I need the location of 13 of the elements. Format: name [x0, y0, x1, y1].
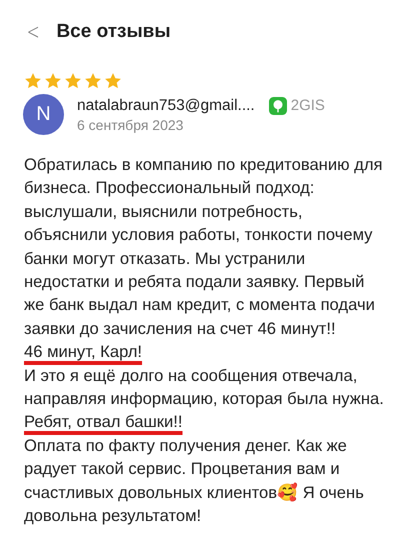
- star-icon: [24, 72, 42, 90]
- avatar: N: [23, 94, 64, 135]
- map-pin-icon: [268, 96, 287, 114]
- page-title: Все отзывы: [56, 21, 171, 43]
- review-text: Обратилась в компанию по кредитованию для бизнеса. Профессиональный подход: выслушали, выяснили потребность, объяснили условия работы, тонкости почему банки могут отказать. Мы устранили недостатки и ребята подали заявку. Первый же банк выдал нам кредит, с момента подачи заявки до зачисления на счет 46 минут!! 46 минут, Карл! И это я ещё долго на сообщения отвечала, направляя информацию, которая была нужна. Ребят, отвал башки!! Оплата по факту получения денег. Как же радует такой сервис. Процветания вам и счастливых довольных клиентов🥰 Я очень довольна результатом!: [24, 154, 385, 528]
- back-button[interactable]: <: [26, 20, 40, 44]
- star-icon: [104, 72, 122, 90]
- source-label: 2GIS: [290, 97, 325, 114]
- star-icon: [44, 72, 62, 90]
- star-icon: [84, 72, 102, 90]
- star-icon: [64, 72, 82, 90]
- author-name: natalabraun753@gmail....: [77, 96, 255, 114]
- review-date: 6 сентября 2023: [77, 116, 184, 132]
